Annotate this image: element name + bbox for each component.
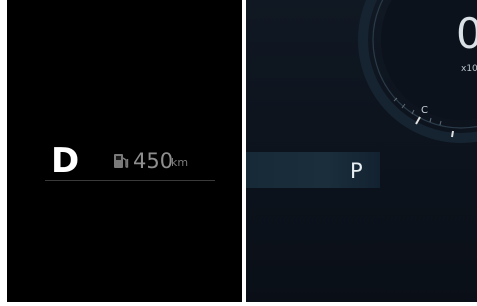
range-unit: km bbox=[171, 156, 189, 169]
left-cluster-display: D 450 km bbox=[7, 0, 242, 302]
temp-gauge-tick bbox=[451, 130, 454, 138]
right-cluster-display: P 0 x10 C bbox=[246, 0, 477, 302]
cluster-screenshot: D 450 km P 0 x10 C bbox=[0, 0, 477, 306]
rpm-scale-label: x10 bbox=[461, 64, 477, 74]
speed-readout: 0 bbox=[456, 9, 477, 58]
fuel-pump-icon bbox=[114, 154, 129, 168]
temp-cold-label: C bbox=[421, 105, 428, 116]
range-value: 450 bbox=[133, 149, 174, 173]
gear-indicator: D bbox=[51, 141, 80, 181]
divider-line bbox=[45, 180, 215, 181]
speedometer-dial bbox=[358, 0, 477, 143]
gear-indicator-right: P bbox=[350, 159, 363, 183]
